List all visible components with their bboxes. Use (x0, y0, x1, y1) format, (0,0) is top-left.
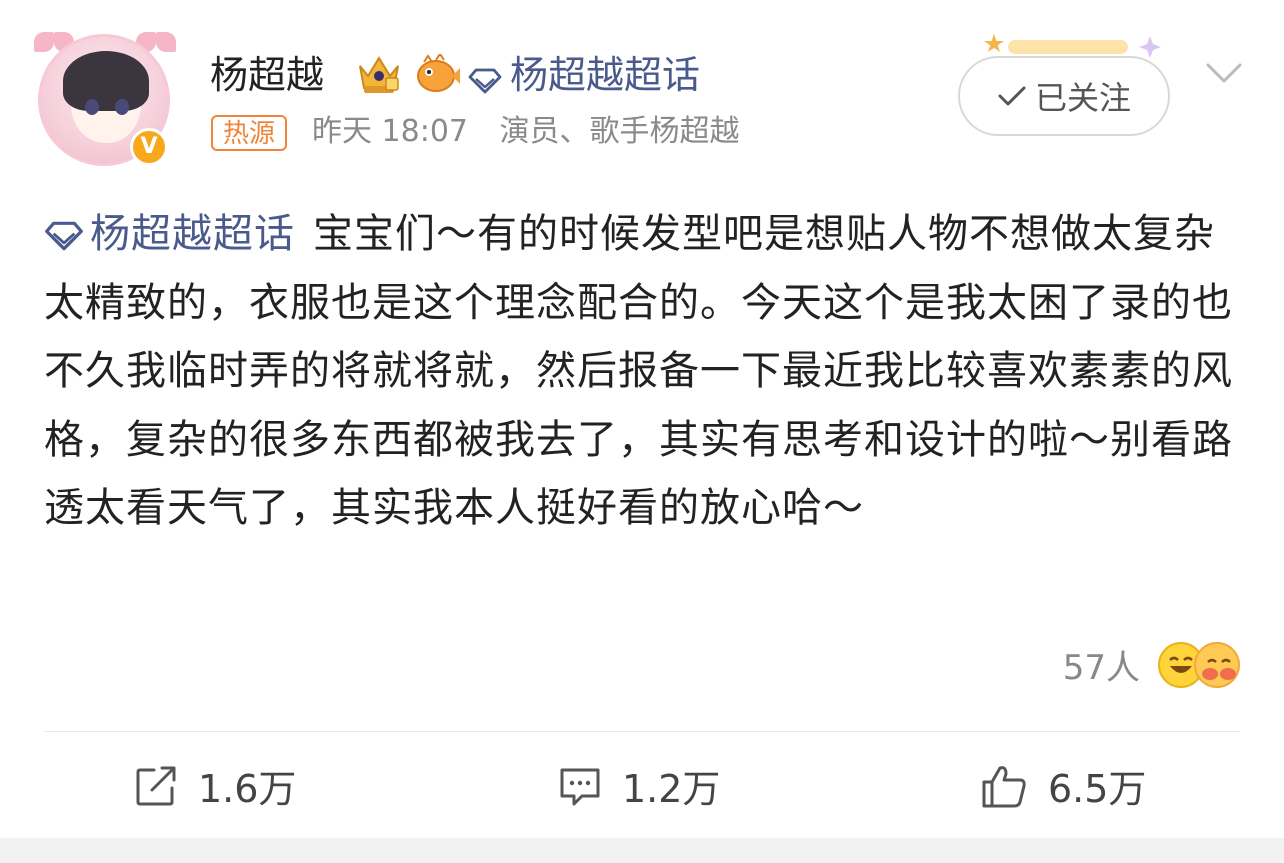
post-content: 杨超越超话 宝宝们～有的时候发型吧是想贴人物不想做太复杂太精致的，衣服也是这个理念… (44, 200, 1244, 543)
post-topic-link[interactable]: 杨超越超话 (44, 211, 295, 257)
reactions-summary[interactable]: 57人 (1063, 640, 1240, 689)
avatar[interactable]: V (34, 28, 176, 170)
repost-icon (136, 766, 176, 805)
diamond-icon (45, 221, 83, 251)
supertopic-link-label: 杨超越超话 (510, 53, 701, 97)
check-icon (998, 86, 1026, 106)
crown-badge-icon[interactable] (354, 52, 404, 96)
post-time: 昨天 18:07 (312, 114, 468, 149)
diamond-icon (468, 68, 502, 94)
repost-count: 1.6万 (198, 767, 297, 811)
reaction-count: 57人 (1062, 648, 1140, 688)
username[interactable]: 杨超越 (210, 50, 324, 100)
supertopic-link[interactable]: 杨超越超话 (468, 50, 700, 100)
post-text: 宝宝们～有的时候发型吧是想贴人物不想做太复杂太精致的，衣服也是这个理念配合的。今… (44, 211, 1233, 531)
fish-badge-icon[interactable] (414, 54, 460, 94)
post-meta: 昨天 18:07 演员、歌手杨超越 (312, 110, 740, 154)
thumbs-up-icon (982, 765, 1026, 807)
comment-count: 1.2万 (622, 767, 721, 811)
follow-button[interactable]: 已关注 (958, 56, 1170, 136)
section-separator (0, 838, 1284, 863)
repost-button[interactable]: 1.6万 (134, 758, 296, 813)
comment-button[interactable]: 1.2万 (558, 758, 720, 813)
like-count: 6.5万 (1048, 767, 1147, 811)
post-topic-label: 杨超越超话 (90, 211, 295, 257)
hug-emoji-icon (1194, 641, 1240, 688)
weibo-post-card: V 杨超越 杨超越超话 热源 昨天 18:07 演员、歌手杨超越 已关注 杨超越… (0, 0, 1284, 838)
verified-badge-icon: V (130, 128, 168, 166)
divider (44, 731, 1240, 732)
hot-source-tag[interactable]: 热源 (211, 115, 288, 151)
comment-icon (560, 768, 600, 805)
verified-description: 演员、歌手杨超越 (499, 114, 740, 149)
follow-button-label: 已关注 (1034, 79, 1131, 117)
like-button[interactable]: 6.5万 (980, 758, 1146, 813)
chevron-down-icon[interactable] (1206, 62, 1242, 84)
